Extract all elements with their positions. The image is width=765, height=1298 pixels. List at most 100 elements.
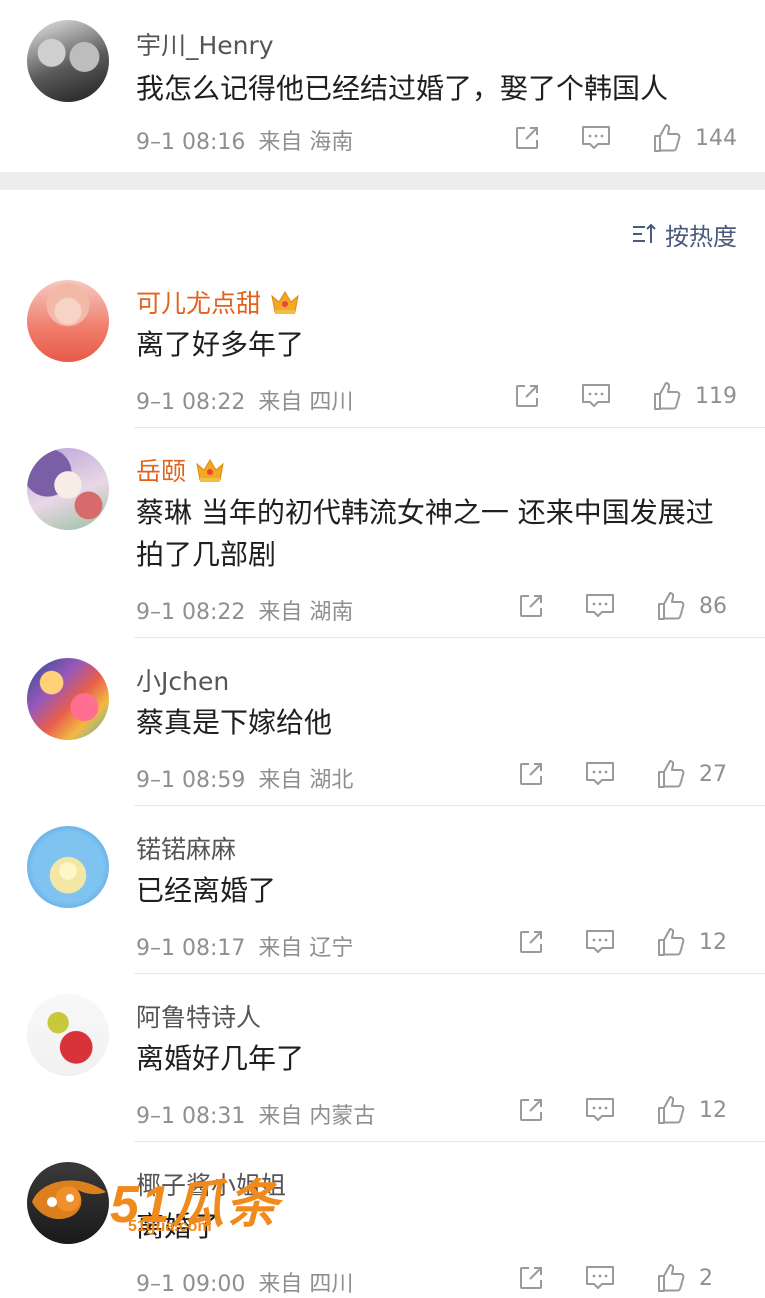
like-button[interactable]: 2 — [615, 1262, 737, 1294]
watermark-url: 51gua.com — [128, 1218, 212, 1235]
comment-actions: 119 — [513, 380, 737, 412]
avatar[interactable] — [27, 658, 109, 740]
avatar[interactable] — [27, 994, 109, 1076]
username[interactable]: 锘锘麻麻 — [136, 830, 236, 866]
comment-actions: 2 — [517, 1262, 737, 1294]
like-button[interactable]: 27 — [615, 758, 737, 790]
comment-time: 9–1 09:00 — [136, 1272, 246, 1297]
reply-button[interactable] — [545, 593, 615, 619]
reply-button[interactable] — [545, 1097, 615, 1123]
section-divider — [0, 172, 765, 190]
comment-location: 来自 湖南 — [258, 600, 354, 625]
comment-meta: 9–1 08:59 来自 湖北 — [136, 762, 353, 794]
comment-location: 来自 四川 — [258, 1272, 354, 1297]
like-button[interactable]: 12 — [615, 1094, 737, 1126]
comment-icon — [586, 930, 614, 953]
comment-time: 9–1 08:17 — [136, 936, 246, 961]
sort-button[interactable]: 按热度 — [631, 210, 737, 258]
comment-time: 9–1 08:31 — [136, 1104, 246, 1129]
comment-time: 9–1 08:16 — [136, 130, 246, 155]
comment-time: 9–1 08:22 — [136, 390, 246, 415]
comment-actions: 86 — [517, 590, 737, 622]
reply-button[interactable] — [541, 383, 611, 409]
separator — [134, 427, 765, 428]
watermark-logo: 51瓜条 51gua.com — [20, 1150, 310, 1250]
repost-icon — [516, 127, 538, 149]
avatar[interactable] — [27, 280, 109, 362]
repost-button[interactable] — [517, 1096, 545, 1124]
like-count: 2 — [699, 1265, 713, 1291]
username[interactable]: 小Jchen — [136, 662, 229, 698]
thumbs-up-icon — [658, 592, 685, 620]
reply-button[interactable] — [541, 125, 611, 151]
thumbs-up-icon — [658, 1264, 685, 1292]
comment-icon — [586, 1266, 614, 1289]
comment-text: 我怎么记得他已经结过婚了，娶了个韩国人 — [136, 72, 669, 105]
reply-button[interactable] — [545, 761, 615, 787]
like-button[interactable]: 86 — [615, 590, 737, 622]
username-text: 可儿尤点甜 — [136, 289, 262, 318]
thumbs-up-icon — [654, 382, 681, 410]
repost-button[interactable] — [517, 760, 545, 788]
comment-meta: 9–1 08:22 来自 四川 — [136, 384, 353, 416]
separator — [134, 805, 765, 806]
repost-icon — [516, 385, 538, 407]
sort-label: 按热度 — [665, 222, 737, 251]
comment-text: 蔡真是下嫁给他 — [136, 706, 333, 739]
username[interactable]: 阿鲁特诗人 — [136, 998, 261, 1034]
crown-icon — [196, 459, 224, 482]
avatar[interactable] — [27, 20, 109, 102]
crown-icon — [271, 291, 299, 314]
repost-button[interactable] — [513, 124, 541, 152]
repost-icon — [520, 931, 542, 953]
thumbs-up-icon — [658, 760, 685, 788]
comment-text: 离了好多年了 — [136, 328, 305, 361]
comment-icon — [586, 594, 614, 617]
repost-icon — [520, 763, 542, 785]
repost-button[interactable] — [517, 1264, 545, 1292]
comment-location: 来自 辽宁 — [258, 936, 354, 961]
comment-text: 离婚好几年了 — [136, 1042, 305, 1075]
reply-button[interactable] — [545, 929, 615, 955]
repost-button[interactable] — [513, 382, 541, 410]
like-button[interactable]: 12 — [615, 926, 737, 958]
username[interactable]: 宇川_Henry — [136, 26, 274, 62]
comment-meta: 9–1 08:16 来自 海南 — [136, 124, 353, 156]
comment-meta: 9–1 09:00 来自 四川 — [136, 1266, 353, 1298]
like-count: 12 — [699, 1097, 727, 1123]
like-button[interactable]: 119 — [611, 380, 737, 412]
comment-location: 来自 海南 — [258, 130, 354, 155]
sort-bar: 按热度 — [0, 210, 765, 258]
avatar[interactable] — [27, 448, 109, 530]
top-comment: 宇川_Henry 我怎么记得他已经结过婚了，娶了个韩国人 9–1 08:16 来… — [0, 0, 765, 172]
separator — [134, 973, 765, 974]
comment-location: 来自 四川 — [258, 390, 354, 415]
comment-meta: 9–1 08:31 来自 内蒙古 — [136, 1098, 375, 1130]
comment-icon — [582, 384, 610, 407]
comment-icon — [586, 762, 614, 785]
thumbs-up-icon — [658, 928, 685, 956]
comment-location: 来自 内蒙古 — [258, 1104, 376, 1129]
comment-time: 9–1 08:22 — [136, 600, 246, 625]
reply-button[interactable] — [545, 1265, 615, 1291]
comment-meta: 9–1 08:17 来自 辽宁 — [136, 930, 353, 962]
comment-location: 来自 湖北 — [258, 768, 354, 793]
comment-text: 已经离婚了 — [136, 874, 277, 907]
avatar[interactable] — [27, 826, 109, 908]
comment-meta: 9–1 08:22 来自 湖南 — [136, 594, 353, 626]
like-button[interactable]: 144 — [611, 122, 737, 154]
repost-button[interactable] — [517, 928, 545, 956]
username[interactable]: 岳颐 — [136, 452, 226, 488]
repost-icon — [520, 595, 542, 617]
username[interactable]: 可儿尤点甜 — [136, 284, 301, 320]
repost-icon — [520, 1099, 542, 1121]
comment-actions: 12 — [517, 926, 737, 958]
like-count: 119 — [695, 383, 737, 409]
like-count: 86 — [699, 593, 727, 619]
watermark-icon — [32, 1180, 106, 1220]
repost-button[interactable] — [517, 592, 545, 620]
thumbs-up-icon — [658, 1096, 685, 1124]
comment-icon — [582, 126, 610, 149]
comment-actions: 12 — [517, 1094, 737, 1126]
like-count: 144 — [695, 125, 737, 151]
